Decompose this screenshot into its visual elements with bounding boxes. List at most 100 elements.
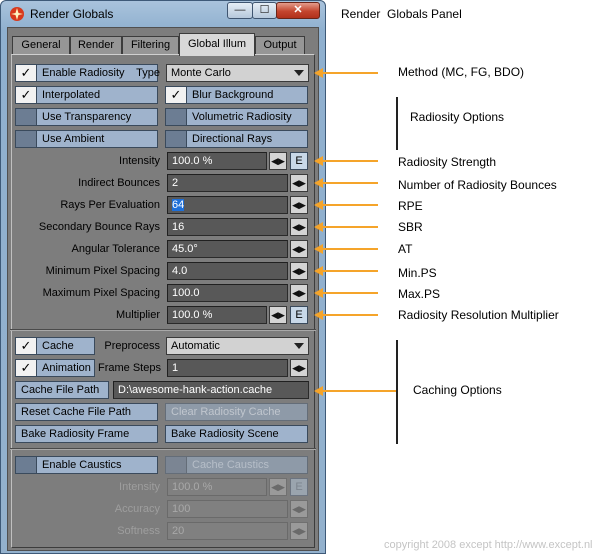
enable-caustics-label: Enable Caustics: [42, 459, 122, 471]
use-transparency-checkbox[interactable]: Use Transparency: [15, 108, 158, 126]
tab-output[interactable]: Output: [255, 36, 305, 55]
intensity-label: Intensity: [119, 155, 160, 167]
intensity-envelope-button[interactable]: E: [290, 152, 308, 170]
frame-steps-slider-arrows-icon[interactable]: ◀▶: [290, 359, 308, 377]
chevron-down-icon: [294, 70, 304, 76]
volumetric-radiosity-checkbox[interactable]: Volumetric Radiosity: [165, 108, 308, 126]
check-icon: ✓: [16, 338, 37, 354]
indirect-bounces-label: Indirect Bounces: [78, 177, 160, 189]
clear-radiosity-cache-button[interactable]: Clear Radiosity Cache: [165, 403, 308, 421]
use-ambient-checkbox[interactable]: Use Ambient: [15, 130, 158, 148]
intensity-field[interactable]: 100.0 %: [167, 152, 267, 170]
tab-general[interactable]: General: [12, 36, 70, 55]
caustics-intensity-slider-arrows-icon[interactable]: ◀▶: [269, 478, 287, 496]
caustics-intensity-field[interactable]: 100.0 %: [167, 478, 267, 496]
section-divider: [10, 448, 316, 450]
radiosity-options-bracket: [396, 97, 398, 150]
intensity-slider-arrows-icon[interactable]: ◀▶: [269, 152, 287, 170]
secondary-bounce-rays-slider-arrows-icon[interactable]: ◀▶: [290, 218, 308, 236]
preprocess-label: Preprocess: [104, 340, 160, 352]
annotation-panel-title: Render Globals Panel: [341, 7, 462, 21]
angular-tolerance-label: Angular Tolerance: [71, 243, 160, 255]
volumetric-radiosity-label: Volumetric Radiosity: [192, 111, 292, 123]
arrow-line: [322, 390, 396, 392]
maximize-button[interactable]: ☐: [252, 2, 277, 19]
multiplier-slider-arrows-icon[interactable]: ◀▶: [269, 306, 287, 324]
arrow-line: [322, 270, 378, 272]
interpolated-checkbox[interactable]: ✓ Interpolated: [15, 86, 158, 104]
arrow-line: [322, 182, 378, 184]
enable-caustics-checkbox[interactable]: Enable Caustics: [15, 456, 158, 474]
min-pixel-spacing-field[interactable]: 4.0: [167, 262, 288, 280]
checkbox-box: [166, 457, 187, 473]
multiplier-envelope-button[interactable]: E: [290, 306, 308, 324]
section-divider: [10, 329, 316, 331]
rays-per-evaluation-slider-arrows-icon[interactable]: ◀▶: [290, 196, 308, 214]
caustics-accuracy-field[interactable]: 100: [167, 500, 288, 518]
cache-file-path-field[interactable]: D:\awesome-hank-action.cache: [113, 381, 309, 399]
annotation-radiosity-options: Radiosity Options: [410, 110, 505, 124]
indirect-bounces-slider-arrows-icon[interactable]: ◀▶: [290, 174, 308, 192]
use-ambient-label: Use Ambient: [42, 133, 105, 145]
checkbox-box: [16, 457, 37, 473]
minimize-button[interactable]: —: [227, 2, 253, 19]
annotation-method: Method (MC, FG, BDO): [398, 65, 525, 79]
multiplier-label: Multiplier: [115, 309, 160, 321]
checkbox-box: [16, 131, 37, 147]
copyright-text: copyright 2008 except http://www.except.…: [384, 539, 593, 551]
min-pixel-spacing-label: Minimum Pixel Spacing: [45, 265, 160, 277]
frame-steps-label: Frame Steps: [98, 362, 161, 374]
angular-tolerance-slider-arrows-icon[interactable]: ◀▶: [290, 240, 308, 258]
caustics-softness-label: Softness: [117, 525, 160, 537]
multiplier-field[interactable]: 100.0 %: [167, 306, 267, 324]
caustics-accuracy-slider-arrows-icon[interactable]: ◀▶: [290, 500, 308, 518]
arrow-line: [322, 314, 378, 316]
arrow-line: [322, 72, 378, 74]
directional-rays-label: Directional Rays: [192, 133, 273, 145]
arrow-line: [322, 248, 378, 250]
reset-cache-file-path-button[interactable]: Reset Cache File Path: [15, 403, 158, 421]
indirect-bounces-field[interactable]: 2: [167, 174, 288, 192]
bake-radiosity-frame-button[interactable]: Bake Radiosity Frame: [15, 425, 158, 443]
chevron-down-icon: [294, 343, 304, 349]
animation-checkbox[interactable]: ✓ Animation: [15, 359, 95, 377]
secondary-bounce-rays-label: Secondary Bounce Rays: [38, 221, 160, 233]
caustics-intensity-envelope-button[interactable]: E: [290, 478, 308, 496]
caching-options-bracket: [396, 340, 398, 444]
rays-per-evaluation-field[interactable]: 64: [167, 196, 288, 214]
cache-file-path-button[interactable]: Cache File Path: [15, 381, 109, 399]
type-label: Type: [136, 67, 160, 79]
max-pixel-spacing-field[interactable]: 100.0: [167, 284, 288, 302]
arrow-line: [322, 204, 378, 206]
tab-filtering[interactable]: Filtering: [122, 36, 179, 55]
directional-rays-checkbox[interactable]: Directional Rays: [165, 130, 308, 148]
radiosity-type-value: Monte Carlo: [171, 67, 231, 79]
bake-radiosity-scene-button[interactable]: Bake Radiosity Scene: [165, 425, 308, 443]
close-button[interactable]: ✕: [276, 2, 320, 19]
annotation-strength: Radiosity Strength: [398, 155, 497, 169]
check-icon: ✓: [16, 65, 37, 81]
tab-global-illum[interactable]: Global Illum: [179, 33, 255, 56]
cache-caustics-checkbox[interactable]: Cache Caustics: [165, 456, 308, 474]
secondary-bounce-rays-field[interactable]: 16: [167, 218, 288, 236]
caustics-softness-slider-arrows-icon[interactable]: ◀▶: [290, 522, 308, 540]
cache-checkbox[interactable]: ✓ Cache: [15, 337, 95, 355]
frame-steps-field[interactable]: 1: [167, 359, 288, 377]
window-title: Render Globals: [30, 7, 114, 21]
annotation-max-ps: Max.PS: [398, 287, 441, 301]
min-pixel-spacing-slider-arrows-icon[interactable]: ◀▶: [290, 262, 308, 280]
blur-background-checkbox[interactable]: ✓ Blur Background: [165, 86, 308, 104]
title-bar[interactable]: Render Globals — ☐ ✕: [1, 1, 325, 27]
annotation-sbr: SBR: [398, 220, 423, 234]
arrow-line: [322, 160, 378, 162]
cache-label: Cache: [42, 340, 74, 352]
angular-tolerance-field[interactable]: 45.0°: [167, 240, 288, 258]
radiosity-type-dropdown[interactable]: Monte Carlo: [166, 64, 309, 82]
max-pixel-spacing-slider-arrows-icon[interactable]: ◀▶: [290, 284, 308, 302]
caustics-softness-field[interactable]: 20: [167, 522, 288, 540]
preprocess-dropdown[interactable]: Automatic: [166, 337, 309, 355]
checkbox-box: [166, 131, 187, 147]
tab-render[interactable]: Render: [70, 36, 122, 55]
caustics-accuracy-label: Accuracy: [114, 503, 160, 515]
use-transparency-label: Use Transparency: [42, 111, 132, 123]
